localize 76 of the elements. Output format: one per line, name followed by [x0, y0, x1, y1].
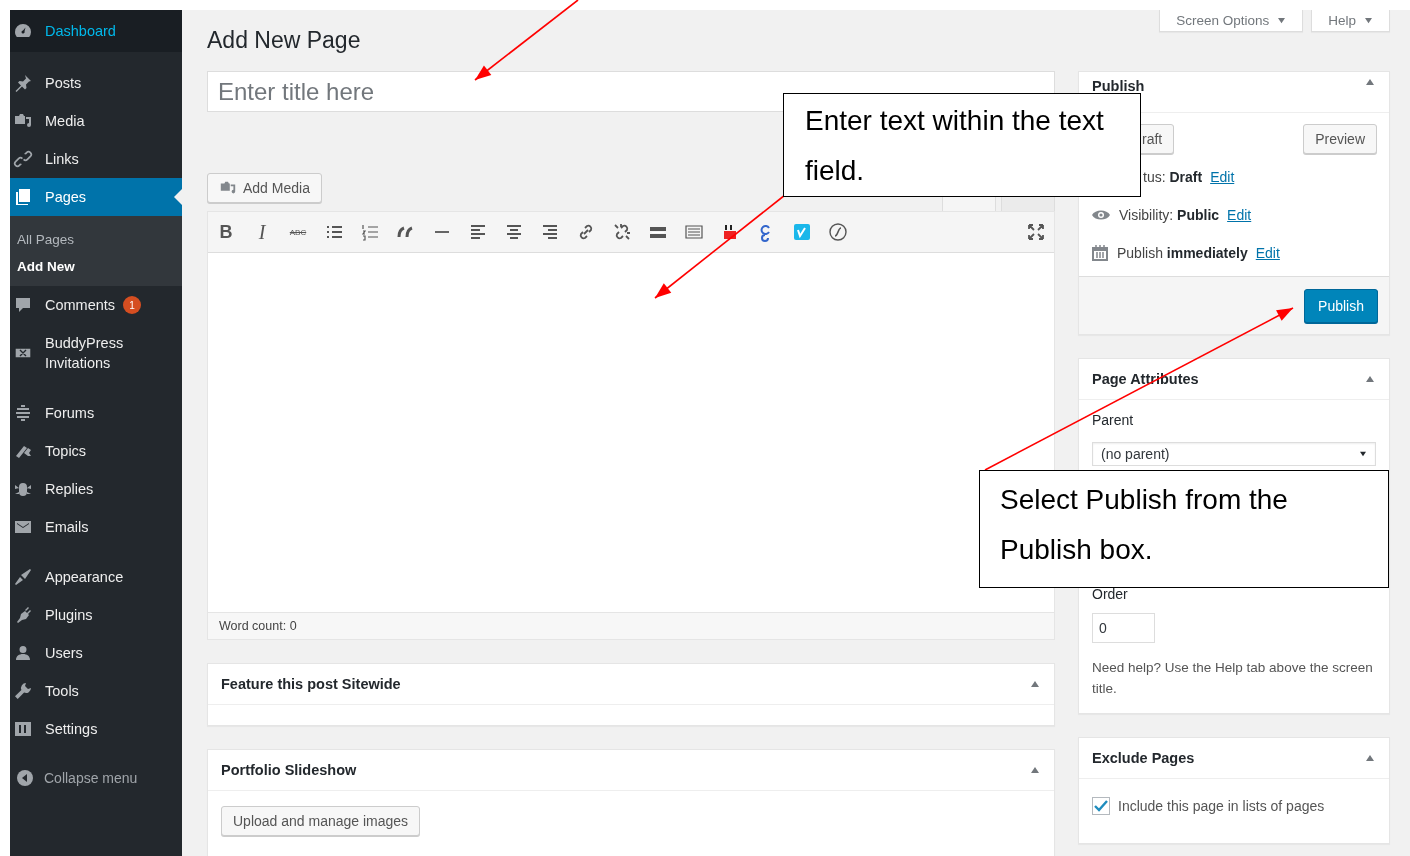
- menu-item[interactable]: Tools: [10, 672, 182, 710]
- preview-button[interactable]: Preview: [1303, 124, 1377, 154]
- caret-icon: [1364, 17, 1373, 24]
- menu-item[interactable]: Comments 1: [10, 286, 182, 324]
- upload-button[interactable]: Upload and manage images: [221, 806, 421, 836]
- aleft-icon[interactable]: [468, 222, 488, 242]
- link-icon: [13, 149, 33, 169]
- submenu-item[interactable]: All Pages: [10, 226, 182, 253]
- kbd-icon[interactable]: [684, 222, 704, 242]
- acenter-icon[interactable]: [504, 222, 524, 242]
- menu-item[interactable]: Topics: [10, 432, 182, 470]
- bold-button[interactable]: B: [216, 221, 236, 243]
- help-text: Need help? Use the Help tab above the screen title.: [1092, 659, 1374, 698]
- callout-tooltip: Enter text within the text field.: [783, 93, 1141, 197]
- status-text: tus: Draft: [1143, 169, 1203, 185]
- page-title: Add New Page: [207, 26, 362, 54]
- visibility-text: Visibility: Public: [1119, 207, 1220, 223]
- menu-item[interactable]: Plugins: [10, 596, 182, 634]
- box-title: Publish: [1092, 78, 1145, 94]
- brush-icon: [13, 567, 33, 587]
- menu-item[interactable]: Users: [10, 634, 182, 672]
- count-badge: 1: [123, 296, 142, 314]
- user-icon: [13, 643, 33, 663]
- menu-item[interactable]: Dashboard: [10, 10, 182, 52]
- checkbox[interactable]: [1092, 797, 1110, 815]
- pages-icon: [13, 187, 33, 207]
- edit-link[interactable]: Edit: [1227, 207, 1252, 223]
- forums-icon: [13, 403, 33, 423]
- menu-item[interactable]: Settings: [10, 710, 182, 748]
- collapse-menu-button[interactable]: Collapse menu: [10, 760, 182, 796]
- fullscreen-icon[interactable]: [1026, 222, 1046, 242]
- order-label: Order: [1092, 586, 1129, 602]
- toggle-arrow-icon[interactable]: [1365, 78, 1375, 86]
- menu-item[interactable]: Pages: [10, 178, 182, 216]
- toggle-arrow-icon[interactable]: [1365, 375, 1375, 383]
- edit-link[interactable]: Edit: [1255, 245, 1280, 261]
- box-title: Exclude Pages: [1092, 750, 1195, 766]
- menu-item[interactable]: Links: [10, 140, 182, 178]
- strikethrough-button[interactable]: ABC: [288, 227, 308, 237]
- submenu-item[interactable]: Add New: [10, 253, 182, 280]
- publish-button[interactable]: Publish: [1304, 288, 1378, 323]
- caret-icon: [1277, 17, 1287, 24]
- unlink-icon[interactable]: [612, 222, 632, 242]
- schedule-text: Publish immediately: [1117, 245, 1248, 261]
- bubble-icon: [13, 295, 33, 315]
- word-count: Word count: 0: [208, 612, 1054, 639]
- menu-item[interactable]: Posts: [10, 64, 182, 102]
- callout-tooltip: Select Publish from the Publish box.: [979, 470, 1389, 588]
- aright-icon[interactable]: [540, 222, 560, 242]
- screen-options-tab[interactable]: Screen Options: [1159, 10, 1304, 32]
- sliders-icon: [13, 719, 33, 739]
- caret-icon: [1359, 451, 1367, 457]
- menu-item[interactable]: Media: [10, 102, 182, 140]
- toggle-arrow-icon[interactable]: [1365, 754, 1375, 762]
- order-field[interactable]: 0: [1092, 613, 1155, 643]
- box-title: Portfolio Slideshow: [221, 762, 357, 778]
- calendar-icon: [1091, 244, 1109, 262]
- menu-item[interactable]: Replies: [10, 470, 182, 508]
- italic-button[interactable]: I: [252, 220, 272, 244]
- pin-icon: [13, 73, 33, 93]
- numbers-icon[interactable]: [360, 222, 380, 242]
- wrench-icon: [13, 681, 33, 701]
- menu-item[interactable]: Appearance: [10, 558, 182, 596]
- box-title: Feature this post Sitewide: [221, 676, 401, 692]
- help-tab[interactable]: Help: [1311, 10, 1390, 32]
- add-media-button[interactable]: Add Media: [207, 173, 322, 203]
- toggle-arrow-icon[interactable]: [1030, 766, 1040, 774]
- menu-item[interactable]: Forums: [10, 394, 182, 432]
- eye-icon: [1091, 208, 1111, 222]
- menu-item[interactable]: BuddyPress Invitations: [10, 324, 182, 382]
- parent-select[interactable]: (no parent): [1092, 442, 1376, 466]
- checkbox-label: Include this page in lists of pages: [1118, 798, 1325, 814]
- edit-link[interactable]: Edit: [1210, 169, 1235, 185]
- parent-label: Parent: [1092, 412, 1135, 428]
- menu-item[interactable]: Emails: [10, 508, 182, 546]
- toggle-arrow-icon[interactable]: [1030, 680, 1040, 688]
